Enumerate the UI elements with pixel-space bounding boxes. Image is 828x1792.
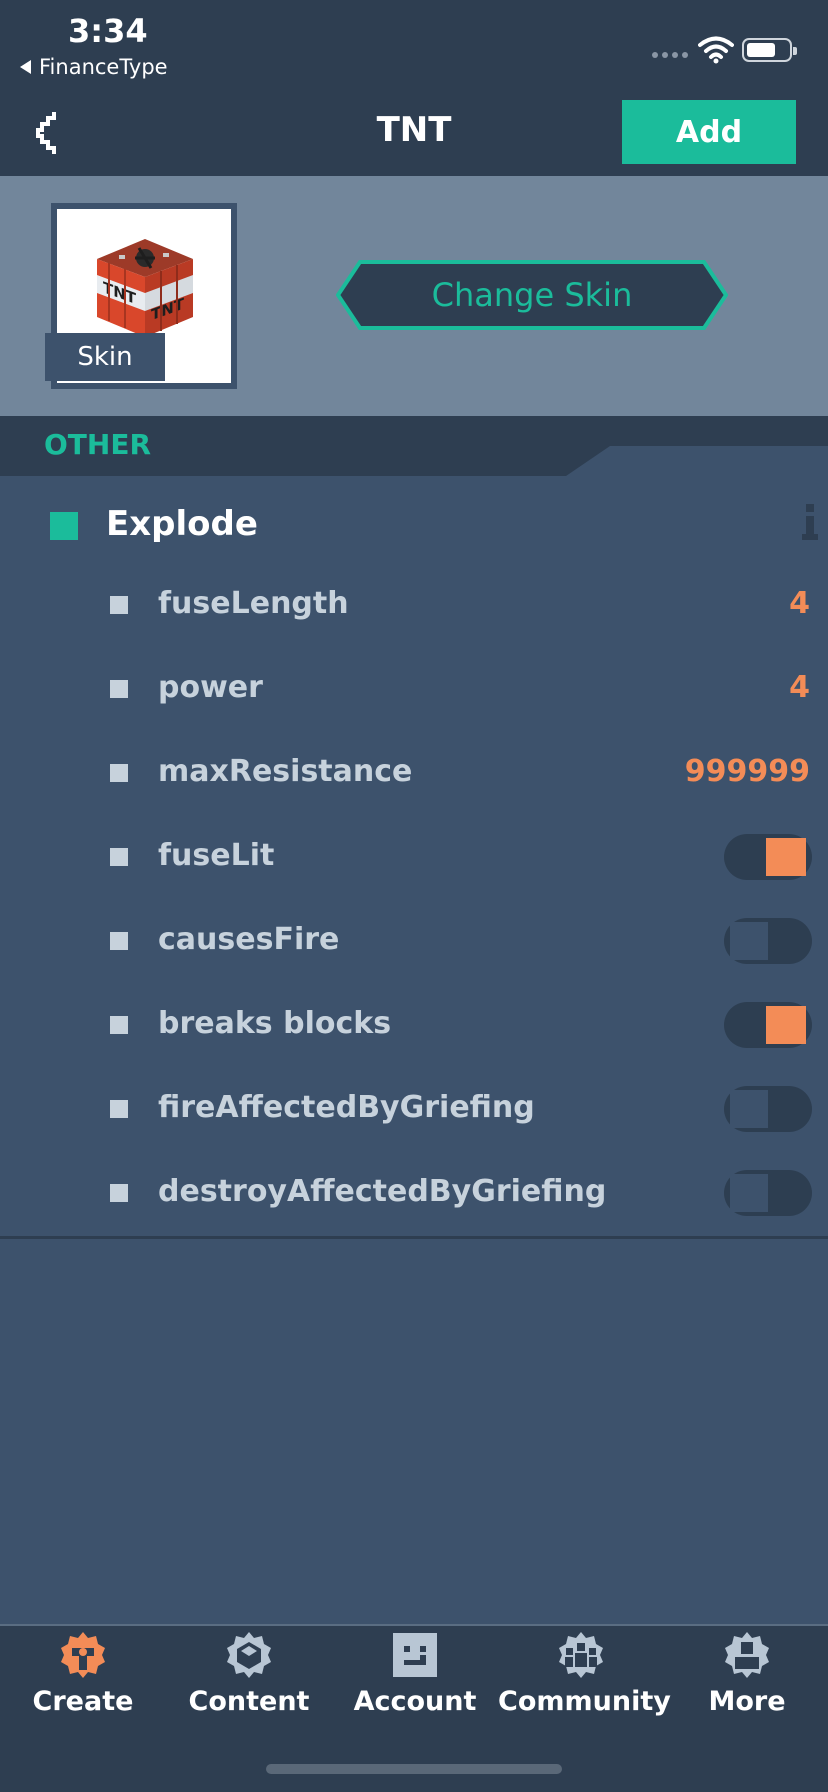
community-icon xyxy=(559,1632,603,1678)
tab-more[interactable]: More xyxy=(664,1626,828,1736)
tab-account[interactable]: Account xyxy=(332,1626,498,1736)
property-row-destroyaffectedbygriefing: destroyAffectedByGriefing xyxy=(0,1162,828,1222)
create-icon xyxy=(61,1632,105,1678)
bullet-icon xyxy=(110,764,128,782)
add-button[interactable]: Add xyxy=(622,100,796,164)
bullet-icon xyxy=(110,1100,128,1118)
section-header-other: OTHER xyxy=(0,416,828,476)
skin-preview[interactable]: TNT TNT Skin xyxy=(45,203,237,389)
back-app-label: FinanceType xyxy=(39,55,168,79)
bullet-icon xyxy=(110,1184,128,1202)
tab-label: Create xyxy=(32,1686,134,1717)
property-label: maxResistance xyxy=(158,754,413,789)
property-value[interactable]: 999999 xyxy=(685,754,810,789)
signal-icon xyxy=(652,52,688,58)
property-label: destroyAffectedByGriefing xyxy=(158,1174,607,1209)
group-header-explode[interactable]: Explode xyxy=(0,496,828,554)
toggle-knob xyxy=(766,1006,806,1044)
property-row-fireaffectedbygriefing: fireAffectedByGriefing xyxy=(0,1078,828,1138)
tab-create[interactable]: Create xyxy=(0,1626,166,1736)
change-skin-button[interactable]: Change Skin xyxy=(336,260,728,330)
tab-label: Content xyxy=(188,1686,310,1717)
property-value[interactable]: 4 xyxy=(789,670,810,705)
breaks-blocks-toggle[interactable] xyxy=(724,1002,812,1048)
property-row-maxresistance: maxResistance 999999 xyxy=(0,742,828,802)
home-indicator xyxy=(266,1764,562,1774)
info-icon[interactable] xyxy=(800,502,820,542)
property-label: fuseLength xyxy=(158,586,349,621)
list-divider xyxy=(0,1236,828,1239)
nav-bar: TNT Add xyxy=(0,88,828,176)
skin-label: Skin xyxy=(45,333,165,381)
account-icon xyxy=(393,1633,437,1677)
bullet-icon xyxy=(110,932,128,950)
battery-icon xyxy=(742,38,797,62)
property-label: power xyxy=(158,670,263,705)
wifi-icon xyxy=(698,36,734,64)
toggle-knob xyxy=(730,1174,770,1212)
change-skin-label: Change Skin xyxy=(431,276,633,314)
property-label: causesFire xyxy=(158,922,340,957)
status-time: 3:34 xyxy=(68,12,148,50)
bullet-icon xyxy=(110,596,128,614)
section-title: OTHER xyxy=(44,428,152,461)
bullet-icon xyxy=(110,848,128,866)
property-label: breaks blocks xyxy=(158,1006,392,1041)
property-label: fuseLit xyxy=(158,838,275,873)
bullet-icon xyxy=(110,680,128,698)
status-bar: 3:34 FinanceType xyxy=(0,0,828,88)
property-row-power: power 4 xyxy=(0,658,828,718)
destroyaffectedbygriefing-toggle[interactable] xyxy=(724,1170,812,1216)
tab-label: Account xyxy=(353,1686,477,1717)
content-icon xyxy=(227,1632,271,1678)
group-label: Explode xyxy=(106,504,258,544)
toggle-knob xyxy=(766,838,806,876)
tab-community[interactable]: Community xyxy=(498,1626,671,1736)
property-row-fuselength: fuseLength 4 xyxy=(0,574,828,634)
tab-label: More xyxy=(708,1686,786,1717)
skin-section: TNT TNT Skin Change Skin xyxy=(0,176,828,416)
fuselit-toggle[interactable] xyxy=(724,834,812,880)
bullet-icon xyxy=(110,1016,128,1034)
causesfire-toggle[interactable] xyxy=(724,918,812,964)
tnt-block-image: TNT TNT xyxy=(97,239,193,337)
property-row-causesfire: causesFire xyxy=(0,910,828,970)
back-triangle-icon xyxy=(20,60,31,74)
property-label: fireAffectedByGriefing xyxy=(158,1090,535,1125)
group-square-icon xyxy=(50,512,78,540)
tab-label: Community xyxy=(498,1686,671,1717)
property-row-fuselit: fuseLit xyxy=(0,826,828,886)
property-value[interactable]: 4 xyxy=(789,586,810,621)
back-chevron-icon[interactable] xyxy=(30,108,70,158)
tab-content[interactable]: Content xyxy=(166,1626,332,1736)
toggle-knob xyxy=(730,1090,770,1128)
more-icon xyxy=(725,1632,769,1678)
toggle-knob xyxy=(730,922,770,960)
back-to-app-link[interactable]: FinanceType xyxy=(20,55,168,79)
fireaffectedbygriefing-toggle[interactable] xyxy=(724,1086,812,1132)
property-row-breaks-blocks: breaks blocks xyxy=(0,994,828,1054)
